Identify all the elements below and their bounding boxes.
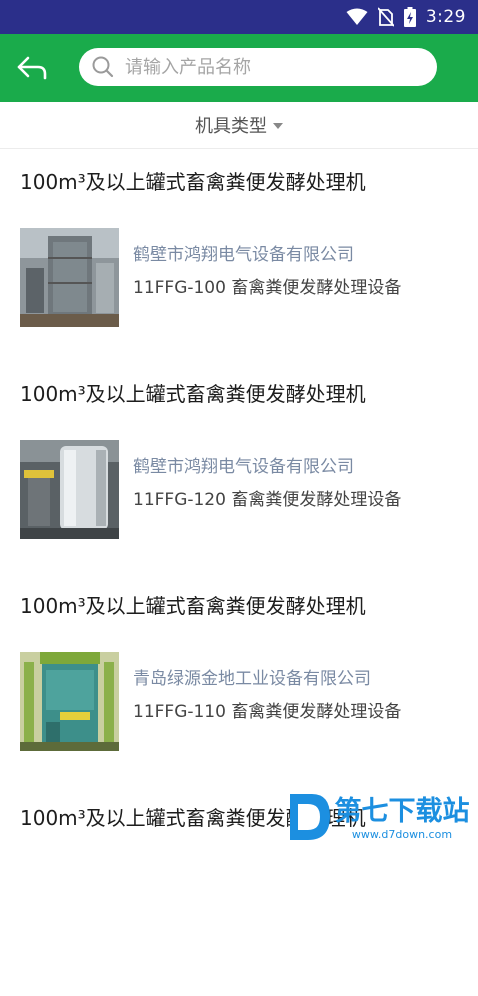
product-model: 11FFG-100 畜禽粪便发酵处理设备	[133, 278, 402, 298]
item-title: 100m³及以上罐式畜禽粪便发酵处理机	[20, 170, 366, 194]
product-list: 100m³及以上罐式畜禽粪便发酵处理机 鹤壁市鸿翔电气设备有限公司 11FFG-…	[0, 148, 478, 996]
filter-bar: 机具类型	[0, 102, 478, 149]
product-model: 11FFG-120 畜禽粪便发酵处理设备	[133, 490, 402, 510]
product-thumbnail	[20, 440, 119, 539]
company-name: 鹤壁市鸿翔电气设备有限公司	[133, 457, 354, 477]
status-icons: 3:29	[346, 0, 466, 34]
watermark-brand: 第七下载站	[335, 795, 470, 827]
company-name: 鹤壁市鸿翔电气设备有限公司	[133, 245, 354, 265]
site-watermark: 第七下载站 www.d7down.com	[290, 794, 470, 841]
list-item[interactable]: 100m³及以上罐式畜禽粪便发酵处理机 鹤壁市鸿翔电气设备有限公司 11FFG-…	[0, 360, 478, 572]
machine-type-filter[interactable]: 机具类型	[195, 112, 283, 138]
status-time: 3:29	[425, 7, 466, 27]
watermark-url: www.d7down.com	[352, 828, 452, 841]
battery-charging-icon	[403, 7, 416, 27]
app-bar	[0, 34, 478, 102]
no-sim-icon	[377, 7, 394, 27]
item-title: 100m³及以上罐式畜禽粪便发酵处理机	[20, 594, 366, 618]
company-name: 青岛绿源金地工业设备有限公司	[133, 669, 371, 689]
search-box[interactable]	[79, 48, 437, 86]
product-thumbnail	[20, 652, 119, 751]
item-body[interactable]: 鹤壁市鸿翔电气设备有限公司 11FFG-100 畜禽粪便发酵处理设备	[20, 228, 460, 327]
wifi-icon	[346, 8, 368, 25]
item-body[interactable]: 青岛绿源金地工业设备有限公司 11FFG-110 畜禽粪便发酵处理设备	[20, 652, 460, 751]
search-input[interactable]	[123, 55, 417, 79]
item-body[interactable]: 鹤壁市鸿翔电气设备有限公司 11FFG-120 畜禽粪便发酵处理设备	[20, 440, 460, 539]
back-arrow-icon[interactable]	[16, 54, 48, 82]
product-model: 11FFG-110 畜禽粪便发酵处理设备	[133, 702, 402, 722]
status-bar: 3:29	[0, 0, 478, 34]
search-icon	[92, 56, 114, 78]
list-item[interactable]: 100m³及以上罐式畜禽粪便发酵处理机 鹤壁市鸿翔电气设备有限公司 11FFG-…	[0, 148, 478, 360]
list-item[interactable]: 100m³及以上罐式畜禽粪便发酵处理机 青岛绿源金地工业设备有限公司 11FFG…	[0, 572, 478, 784]
filter-label: 机具类型	[195, 116, 267, 137]
item-title: 100m³及以上罐式畜禽粪便发酵处理机	[20, 382, 366, 406]
dropdown-caret-icon	[273, 123, 283, 129]
product-thumbnail	[20, 228, 119, 327]
